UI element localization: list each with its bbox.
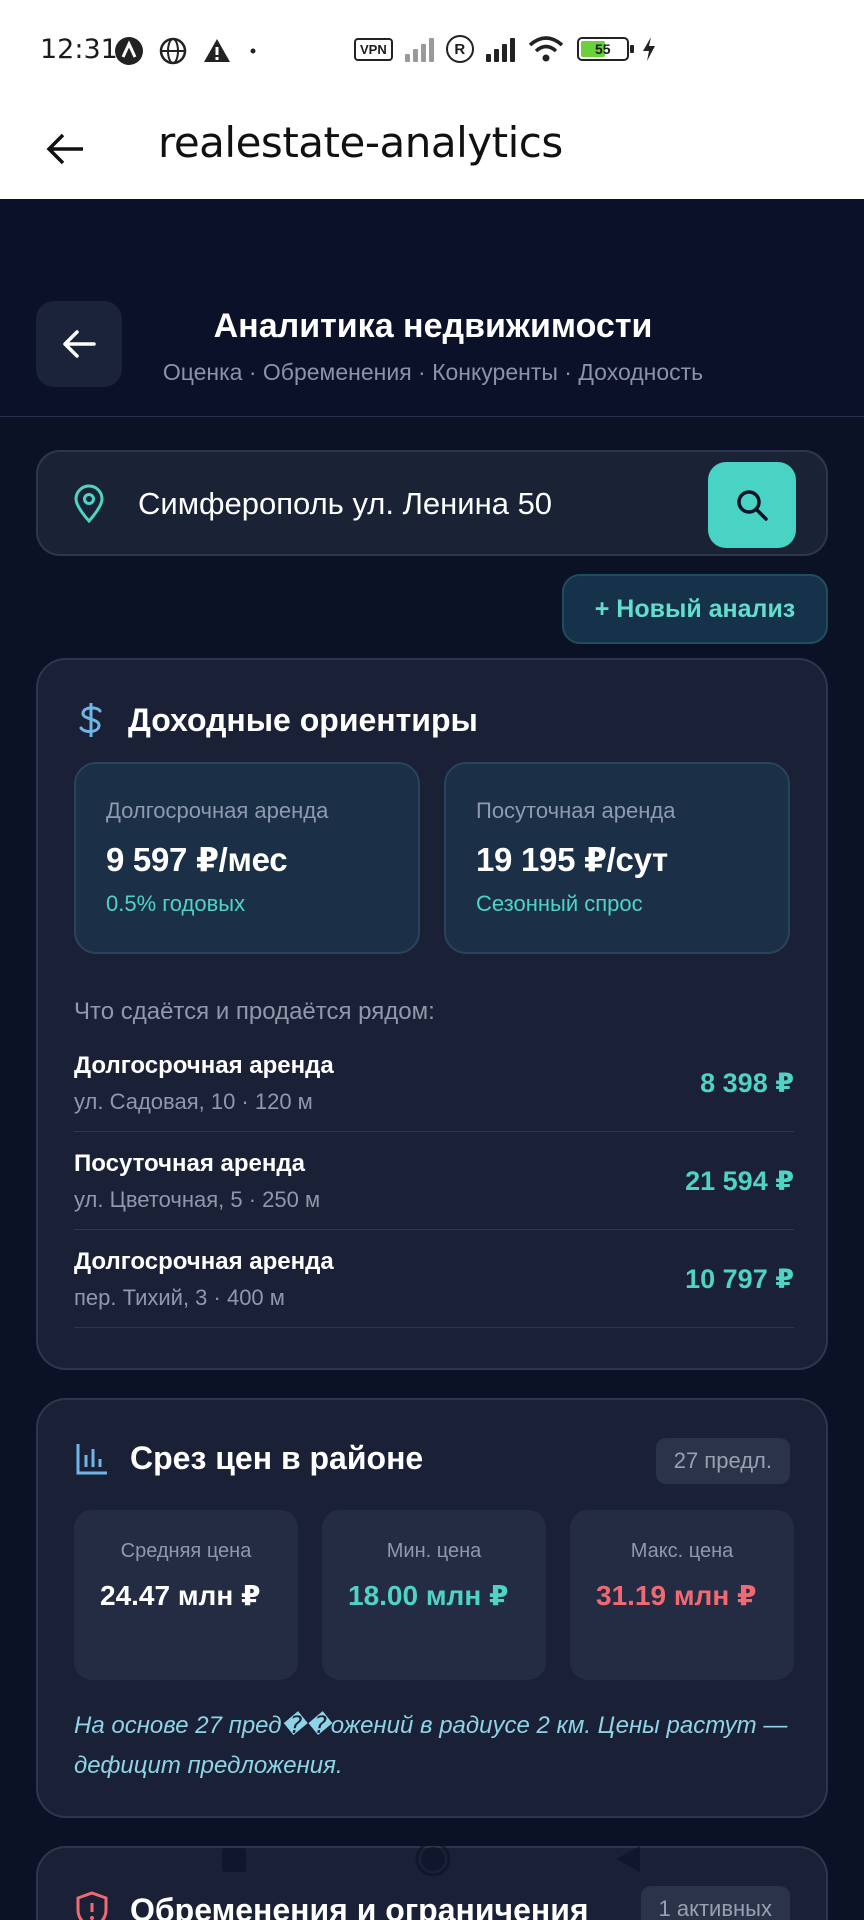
daily-rent-demand: Сезонный спрос <box>476 891 643 916</box>
min-price-box: Мин. цена 18.00 млн ₽ <box>322 1510 546 1680</box>
arrow-left-icon <box>63 330 96 358</box>
address-search <box>36 450 828 556</box>
min-price-label: Мин. цена <box>386 1540 482 1562</box>
encumbrances-card-header: Обременения и ограничения <box>74 1890 589 1920</box>
shield-alert-icon <box>76 1891 108 1920</box>
app-bar: realestate-analytics <box>0 100 864 199</box>
search-button[interactable] <box>708 462 796 548</box>
signal-1-icon <box>404 36 434 62</box>
long-term-rent-box: Долгосрочная аренда 9 597 ₽/мес 0.5% год… <box>74 762 420 954</box>
page-header: Аналитика недвижимости Оценка · Обремене… <box>0 199 864 417</box>
search-icon <box>737 490 768 521</box>
status-right-icons: VPN R 55 <box>354 34 657 64</box>
nearby-type: Долгосрочная аренда <box>74 1052 334 1079</box>
warning-icon <box>204 39 230 62</box>
income-card: Доходные ориентиры Долгосрочная аренда 9… <box>36 658 828 1370</box>
price-card-header: Срез цен в районе <box>74 1440 423 1477</box>
roaming-icon: R <box>445 35 474 63</box>
long-term-rent-yield: 0.5% годовых <box>106 891 246 916</box>
avg-price-label: Средняя цена <box>120 1540 252 1562</box>
app-notification-icon <box>115 37 143 65</box>
square-icon <box>222 1848 246 1872</box>
status-left-icons <box>114 36 260 66</box>
encumbrances-card-title: Обременения и ограничения <box>130 1891 589 1920</box>
nearby-list-item[interactable]: Долгосрочная аренда пер. Тихий, 3 · 400 … <box>74 1230 794 1328</box>
globe-icon <box>159 37 187 65</box>
nearby-price: 21 594 ₽ <box>685 1166 794 1196</box>
back-nav-button[interactable] <box>614 1844 642 1879</box>
max-price-label: Макс. цена <box>630 1540 734 1562</box>
recents-button[interactable] <box>220 1846 248 1879</box>
dollar-icon <box>79 703 102 737</box>
app-title: realestate-analytics <box>158 118 563 167</box>
triangle-back-icon <box>616 1846 640 1872</box>
min-price-value: 18.00 млн ₽ <box>348 1580 509 1611</box>
nearby-address: ул. Цветочная, 5 · 250 м <box>74 1187 321 1212</box>
nearby-caption: Что сдаётся и продаётся рядом: <box>74 998 435 1025</box>
status-bar: 12:31 VPN R 55 <box>0 0 864 100</box>
header-back-button[interactable] <box>36 301 122 387</box>
daily-rent-box: Посуточная аренда 19 195 ₽/сут Сезонный … <box>444 762 790 954</box>
battery-icon: 55 <box>576 37 634 61</box>
nearby-address: пер. Тихий, 3 · 400 м <box>74 1285 285 1310</box>
nearby-address: ул. Садовая, 10 · 120 м <box>74 1089 313 1114</box>
arrow-left-icon <box>46 133 83 165</box>
bar-chart-icon <box>76 1443 107 1474</box>
page-subtitle: Оценка · Обременения · Конкуренты · Дохо… <box>162 359 704 385</box>
daily-rent-label: Посуточная аренда <box>476 798 676 823</box>
income-card-header: Доходные ориентиры <box>74 700 478 740</box>
circle-icon <box>415 1841 451 1877</box>
nearby-price: 10 797 ₽ <box>685 1264 794 1294</box>
active-encumbrances-badge: 1 активных <box>640 1886 790 1920</box>
address-search-input[interactable] <box>138 472 718 536</box>
long-term-rent-value: 9 597 ₽/мес <box>106 841 288 878</box>
nearby-price: 8 398 ₽ <box>700 1068 794 1098</box>
new-analysis-button[interactable]: + Новый анализ <box>562 574 828 644</box>
max-price-value: 31.19 млн ₽ <box>596 1580 757 1611</box>
charging-icon <box>642 37 655 61</box>
wifi-icon <box>528 36 563 62</box>
price-note: На основе 27 пред��ожений в радиусе 2 км… <box>74 1712 788 1779</box>
status-time: 12:31 <box>40 34 118 65</box>
app-back-button[interactable] <box>40 124 90 174</box>
nearby-list-item[interactable]: Посуточная аренда ул. Цветочная, 5 · 250… <box>74 1132 794 1230</box>
vpn-icon: VPN <box>354 37 393 61</box>
location-pin-icon <box>74 484 104 524</box>
daily-rent-value: 19 195 ₽/сут <box>476 841 668 878</box>
avg-price-box: Средняя цена 24.47 млн ₽ <box>74 1510 298 1680</box>
signal-2-icon <box>485 36 515 62</box>
income-card-title: Доходные ориентиры <box>128 701 478 738</box>
max-price-box: Макс. цена 31.19 млн ₽ <box>570 1510 794 1680</box>
price-card-title: Срез цен в районе <box>130 1440 424 1476</box>
offers-count-badge: 27 предл. <box>655 1438 790 1484</box>
nearby-type: Долгосрочная аренда <box>74 1248 334 1275</box>
nearby-type: Посуточная аренда <box>74 1150 305 1177</box>
long-term-rent-label: Долгосрочная аренда <box>106 798 329 823</box>
page-title: Аналитика недвижимости <box>213 307 653 345</box>
nearby-list-item[interactable]: Долгосрочная аренда ул. Садовая, 10 · 12… <box>74 1034 794 1132</box>
price-slice-card: Срез цен в районе 27 предл. Средняя цена… <box>36 1398 828 1818</box>
dot-icon <box>250 48 256 54</box>
home-button[interactable] <box>414 1840 452 1883</box>
avg-price-value: 24.47 млн ₽ <box>100 1580 261 1611</box>
